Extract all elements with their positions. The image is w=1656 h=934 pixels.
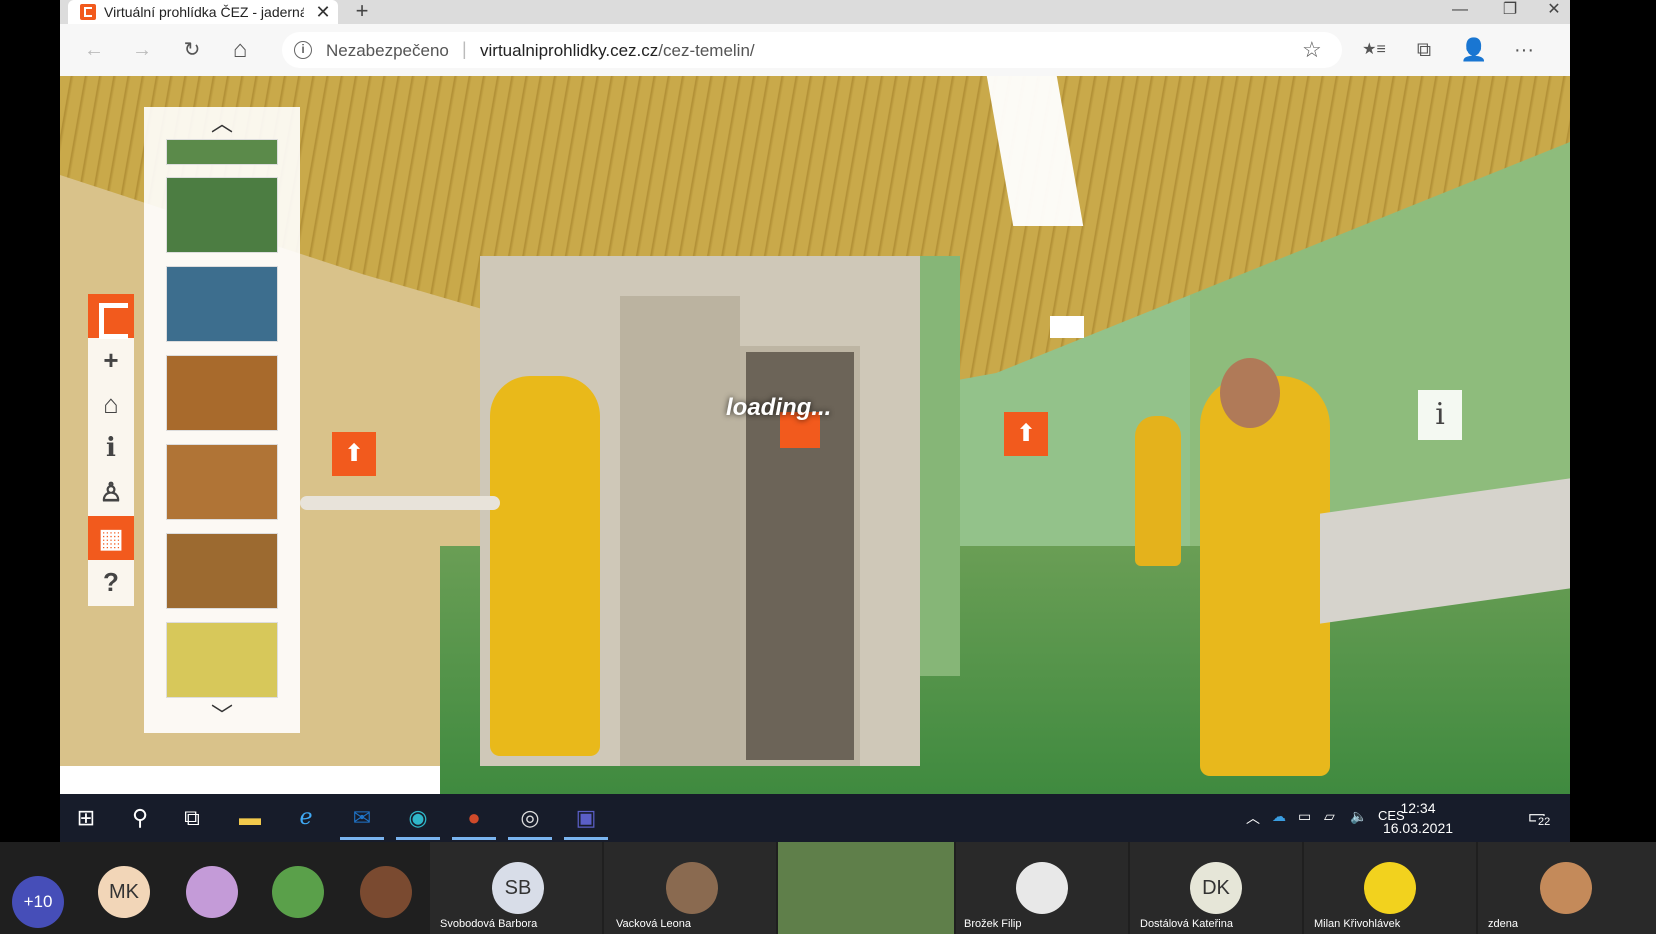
thumbnail-item[interactable] [166,533,278,609]
back-icon[interactable]: ← [78,34,110,66]
home-icon[interactable]: ⌂ [224,34,256,66]
cez-logo-button[interactable] [88,294,134,339]
info-hotspot-icon[interactable]: i [1418,390,1462,440]
person-view-button[interactable]: ♙ [88,470,134,514]
scene-railing [300,496,500,510]
app-icon[interactable]: ◎ [508,802,552,840]
participant-name: Milan Křivohlávek [1314,918,1401,930]
thumbnails-toggle-button[interactable]: ▦ [88,516,134,560]
participant-avatar: SB [492,862,544,914]
zoom-in-button[interactable]: + [88,338,134,382]
notification-count: 22 [1536,816,1553,828]
tab-virtual-tour[interactable]: Virtuální prohlídka ČEZ - jaderná ✕ [68,0,338,24]
search-icon[interactable]: ⚲ [124,802,156,834]
network-icon[interactable]: ▱ [1324,808,1335,825]
favorites-icon[interactable]: ★≡ [1358,34,1390,66]
loading-text: loading... [726,394,832,421]
participant-avatar [1540,862,1592,914]
browser-toolbar: ← → ↻ ⌂ i Nezabezpečeno | virtualniprohl… [60,24,1570,76]
thumbnail-scroll-down-icon[interactable]: ﹀ [144,701,300,731]
internet-explorer-icon[interactable]: e [290,802,322,834]
participant-avatar: DK [1190,862,1242,914]
more-participants-button[interactable]: +10 [12,876,64,928]
task-view-icon[interactable]: ⧉ [176,802,208,834]
maximize-button[interactable]: ❐ [1490,0,1530,24]
outlook-icon[interactable]: ✉ [340,802,384,840]
navigation-hotspot-arrow-icon[interactable]: ⬆ [1004,412,1048,456]
tour-side-toolbar: + ⌂ i ♙ ▦ ? [88,294,134,606]
participant-name: Brožek Filip [964,918,1022,930]
url-path: /cez-temelin/ [658,41,755,60]
tab-title: Virtuální prohlídka ČEZ - jaderná [104,4,304,20]
participant-avatar [1364,862,1416,914]
participant-avatar [1016,862,1068,914]
teams-icon[interactable]: ▣ [564,802,608,840]
thumbnail-panel: ︿ ﹀ [144,107,300,733]
participant-name: Vacková Leona [616,918,692,930]
url-text[interactable]: virtualniprohlidky.cez.cz/cez-temelin/ [480,41,755,61]
thumbnail-item[interactable] [166,139,278,165]
url-host: virtualniprohlidky.cez.cz [480,41,659,60]
powerpoint-icon[interactable]: ● [452,802,496,840]
new-tab-button[interactable]: + [350,0,374,24]
scene-ceiling-light [1050,316,1084,338]
participant-name: Dostálová Kateřina [1140,918,1233,930]
participant-name: zdena [1488,918,1518,930]
tab-close-icon[interactable]: ✕ [314,2,332,22]
home-view-button[interactable]: ⌂ [88,382,134,426]
participant-avatar[interactable] [360,866,412,918]
edge-icon[interactable]: ◉ [396,802,440,840]
security-label: Nezabezpečeno [326,41,449,60]
participant-video-tile[interactable] [778,842,954,934]
close-window-button[interactable]: ✕ [1534,0,1574,24]
participant-avatar[interactable] [186,866,238,918]
windows-taskbar: ⊞ ⚲ ⧉ ▬ e ✉ ◉ ● ◎ ▣ ︿ ☁ ▭ ▱ 🔈 CES 12:34 … [60,794,1570,842]
scene-worker [490,376,600,756]
help-button[interactable]: ? [88,560,134,604]
thumbnail-scroll-up-icon[interactable]: ︿ [144,109,300,139]
participant-avatar[interactable]: MK [98,866,150,918]
tray-chevron-icon[interactable]: ︿ [1246,808,1260,828]
tab-bar: Virtuální prohlídka ČEZ - jaderná ✕ + — … [60,0,1570,24]
navigation-hotspot-arrow-icon[interactable]: ⬆ [332,432,376,476]
reload-icon[interactable]: ↻ [176,34,208,66]
scene-worker [1135,416,1181,566]
settings-menu-icon[interactable]: ··· [1508,34,1540,66]
browser-window: Virtuální prohlídka ČEZ - jaderná ✕ + — … [60,0,1570,842]
virtual-tour-view[interactable]: + ⌂ i ♙ ▦ ? ︿ ﹀ ⬆ ⬆ loading... i [60,76,1570,794]
profile-icon[interactable]: 👤 [1458,34,1490,66]
scene-turnstile-panel [620,296,740,766]
thumbnail-item[interactable] [166,177,278,253]
cez-favicon-icon [80,4,96,20]
participant-name: Svobodová Barbora [440,918,538,930]
scene-worker-head [1220,358,1280,428]
collections-icon[interactable]: ⧉ [1408,34,1440,66]
onedrive-icon[interactable]: ☁ [1272,808,1286,825]
scene-worker [1200,376,1330,776]
clock-date[interactable]: 16.03.2021 [1378,820,1458,836]
site-info-icon[interactable]: i [294,41,312,59]
battery-icon[interactable]: ▭ [1298,808,1311,825]
minimize-button[interactable]: — [1440,0,1480,24]
thumbnail-item[interactable] [166,266,278,342]
file-explorer-icon[interactable]: ▬ [234,802,266,834]
forward-icon[interactable]: → [126,34,158,66]
start-icon[interactable]: ⊞ [70,802,102,834]
url-separator: | [462,39,467,59]
address-bar[interactable]: i Nezabezpečeno | virtualniprohlidky.cez… [282,32,1342,68]
favorite-star-icon[interactable]: ☆ [1302,37,1322,63]
info-button[interactable]: i [88,426,134,470]
participant-avatar[interactable] [272,866,324,918]
thumbnail-item[interactable] [166,622,278,698]
volume-icon[interactable]: 🔈 [1350,808,1367,825]
clock-time[interactable]: 12:34 [1378,800,1458,816]
thumbnail-item[interactable] [166,355,278,431]
thumbnail-item[interactable] [166,444,278,520]
participant-avatar [666,862,718,914]
